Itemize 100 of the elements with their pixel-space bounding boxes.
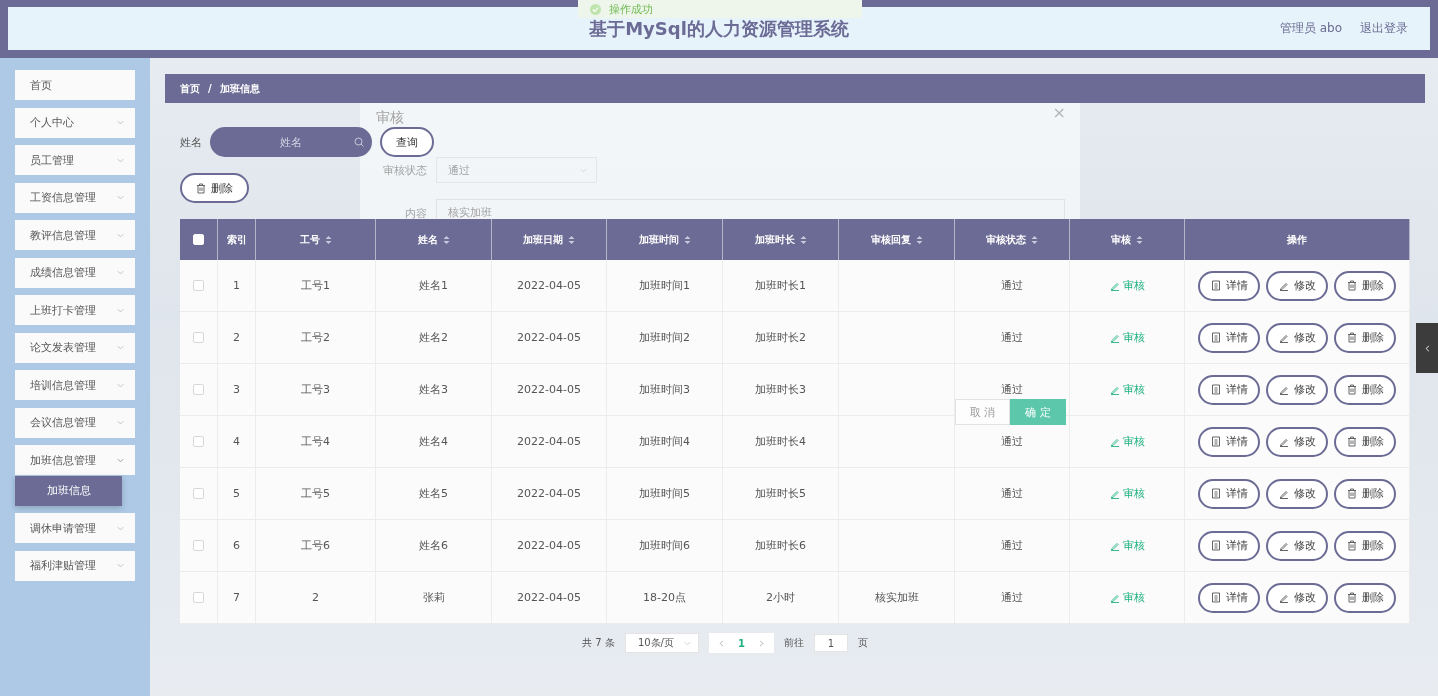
action-button[interactable]: 详情 <box>1198 374 1260 405</box>
action-button[interactable]: 删除 <box>1334 374 1396 405</box>
action-button[interactable]: 修改 <box>1266 426 1328 457</box>
action-button[interactable]: 删除 <box>1334 270 1396 301</box>
action-button[interactable]: 删除 <box>1334 426 1396 457</box>
sort-icon[interactable] <box>1136 234 1143 245</box>
menu-item[interactable]: 工资信息管理 <box>15 182 135 213</box>
logout-link[interactable]: 退出登录 <box>1360 20 1408 37</box>
sort-icon[interactable] <box>915 234 923 245</box>
action-button[interactable]: 详情 <box>1198 478 1260 509</box>
row-checkbox[interactable] <box>193 540 204 551</box>
action-button[interactable]: 修改 <box>1266 582 1328 613</box>
menu-item[interactable]: 论文发表管理 <box>15 332 135 363</box>
pencil-icon <box>1278 384 1289 395</box>
pencil-icon <box>1278 592 1289 603</box>
action-button[interactable]: 删除 <box>1334 530 1396 561</box>
menu-item[interactable]: 调休申请管理 <box>15 513 135 543</box>
menu-label: 会议信息管理 <box>30 415 96 430</box>
menu-label: 加班信息管理 <box>30 452 96 468</box>
menu-item[interactable]: 福利津贴管理 <box>15 550 135 581</box>
goto-page-field[interactable]: 1 <box>813 634 848 652</box>
column-header: 加班时间 <box>638 232 679 247</box>
menu-item[interactable]: 上班打卡管理 <box>15 295 135 325</box>
check-circle-icon <box>590 3 601 15</box>
breadcrumb-item: / <box>208 83 212 94</box>
submenu-item[interactable]: 加班信息 <box>15 475 122 506</box>
pencil-icon <box>1109 384 1120 395</box>
table-cell: 2022-04-05 <box>517 539 581 552</box>
chevron-down-icon <box>116 193 125 202</box>
menu-item[interactable]: 首页 <box>15 70 135 100</box>
table-cell: 2小时 <box>766 590 795 605</box>
side-toggle-tab[interactable] <box>1416 323 1438 373</box>
name-search-field[interactable]: 姓名 <box>210 127 372 157</box>
menu-label: 调休申请管理 <box>30 520 96 536</box>
pencil-icon <box>1278 488 1289 499</box>
menu-label: 教评信息管理 <box>30 227 96 243</box>
table-cell: 核实加班 <box>874 590 919 605</box>
sort-icon[interactable] <box>324 234 332 245</box>
menu-label: 工资信息管理 <box>30 190 96 205</box>
table-cell: 张莉 <box>422 590 445 605</box>
sort-icon[interactable] <box>1031 234 1038 245</box>
sort-icon[interactable] <box>683 234 691 245</box>
action-button[interactable]: 详情 <box>1198 426 1260 457</box>
action-button[interactable]: 修改 <box>1266 322 1328 353</box>
table-cell: 工号2 <box>301 330 330 345</box>
menu-item[interactable]: 教评信息管理 <box>15 220 135 250</box>
table-cell: 通过 <box>1001 434 1023 449</box>
table-cell: 通过 <box>1001 590 1023 605</box>
row-checkbox[interactable] <box>193 436 204 447</box>
trash-icon <box>1346 592 1357 603</box>
trash-icon <box>196 182 206 194</box>
chevron-left-icon <box>716 638 726 648</box>
menu-item[interactable]: 员工管理 <box>15 145 135 175</box>
delete-button[interactable]: 删除 <box>180 173 249 203</box>
action-button[interactable]: 删除 <box>1334 322 1396 353</box>
select-all-checkbox[interactable] <box>193 234 204 245</box>
table-cell: 18-20点 <box>643 590 686 605</box>
menu-item[interactable]: 加班信息管理 <box>15 445 135 475</box>
pencil-icon <box>1109 592 1120 603</box>
action-button[interactable]: 详情 <box>1198 322 1260 353</box>
action-button[interactable]: 详情 <box>1198 270 1260 301</box>
sort-icon[interactable] <box>568 234 575 245</box>
row-checkbox[interactable] <box>193 332 204 343</box>
sort-icon[interactable] <box>442 234 450 245</box>
menu-label: 员工管理 <box>30 152 74 168</box>
trash-icon <box>1346 384 1357 395</box>
pencil-icon <box>1278 280 1289 291</box>
menu-label: 首页 <box>30 77 52 93</box>
action-button[interactable]: 删除 <box>1334 582 1396 613</box>
table-cell: 工号4 <box>301 434 330 449</box>
menu-item[interactable]: 培训信息管理 <box>15 370 135 400</box>
row-checkbox[interactable] <box>193 280 204 291</box>
row-checkbox[interactable] <box>193 488 204 499</box>
action-button[interactable]: 详情 <box>1198 582 1260 613</box>
query-button[interactable]: 查询 <box>380 127 434 157</box>
menu-item[interactable]: 个人中心 <box>15 107 135 138</box>
page-size-select[interactable]: 10条/页 <box>624 633 699 653</box>
table-cell: 工号6 <box>301 538 330 553</box>
table-cell: 加班时间1 <box>639 278 690 293</box>
document-icon <box>1210 488 1221 499</box>
dialog-title: 审核 <box>376 109 404 127</box>
action-button[interactable]: 修改 <box>1266 478 1328 509</box>
menu-item[interactable]: 会议信息管理 <box>15 407 135 438</box>
action-button[interactable]: 删除 <box>1334 478 1396 509</box>
chevron-down-icon <box>116 268 125 277</box>
table-cell: 2022-04-05 <box>517 279 581 292</box>
pencil-icon <box>1109 436 1120 447</box>
action-button[interactable]: 修改 <box>1266 374 1328 405</box>
action-button[interactable]: 修改 <box>1266 530 1328 561</box>
admin-user: 管理员 abo <box>1279 20 1342 37</box>
action-button[interactable]: 详情 <box>1198 530 1260 561</box>
sort-icon[interactable] <box>799 234 807 245</box>
action-button[interactable]: 修改 <box>1266 270 1328 301</box>
menu-label: 培训信息管理 <box>30 377 96 393</box>
column-header: 审核回复 <box>870 232 911 247</box>
menu-item[interactable]: 成绩信息管理 <box>15 257 135 288</box>
search-icon <box>354 137 364 147</box>
table-cell: 2022-04-05 <box>517 435 581 448</box>
row-checkbox[interactable] <box>193 384 204 395</box>
row-checkbox[interactable] <box>193 592 204 603</box>
